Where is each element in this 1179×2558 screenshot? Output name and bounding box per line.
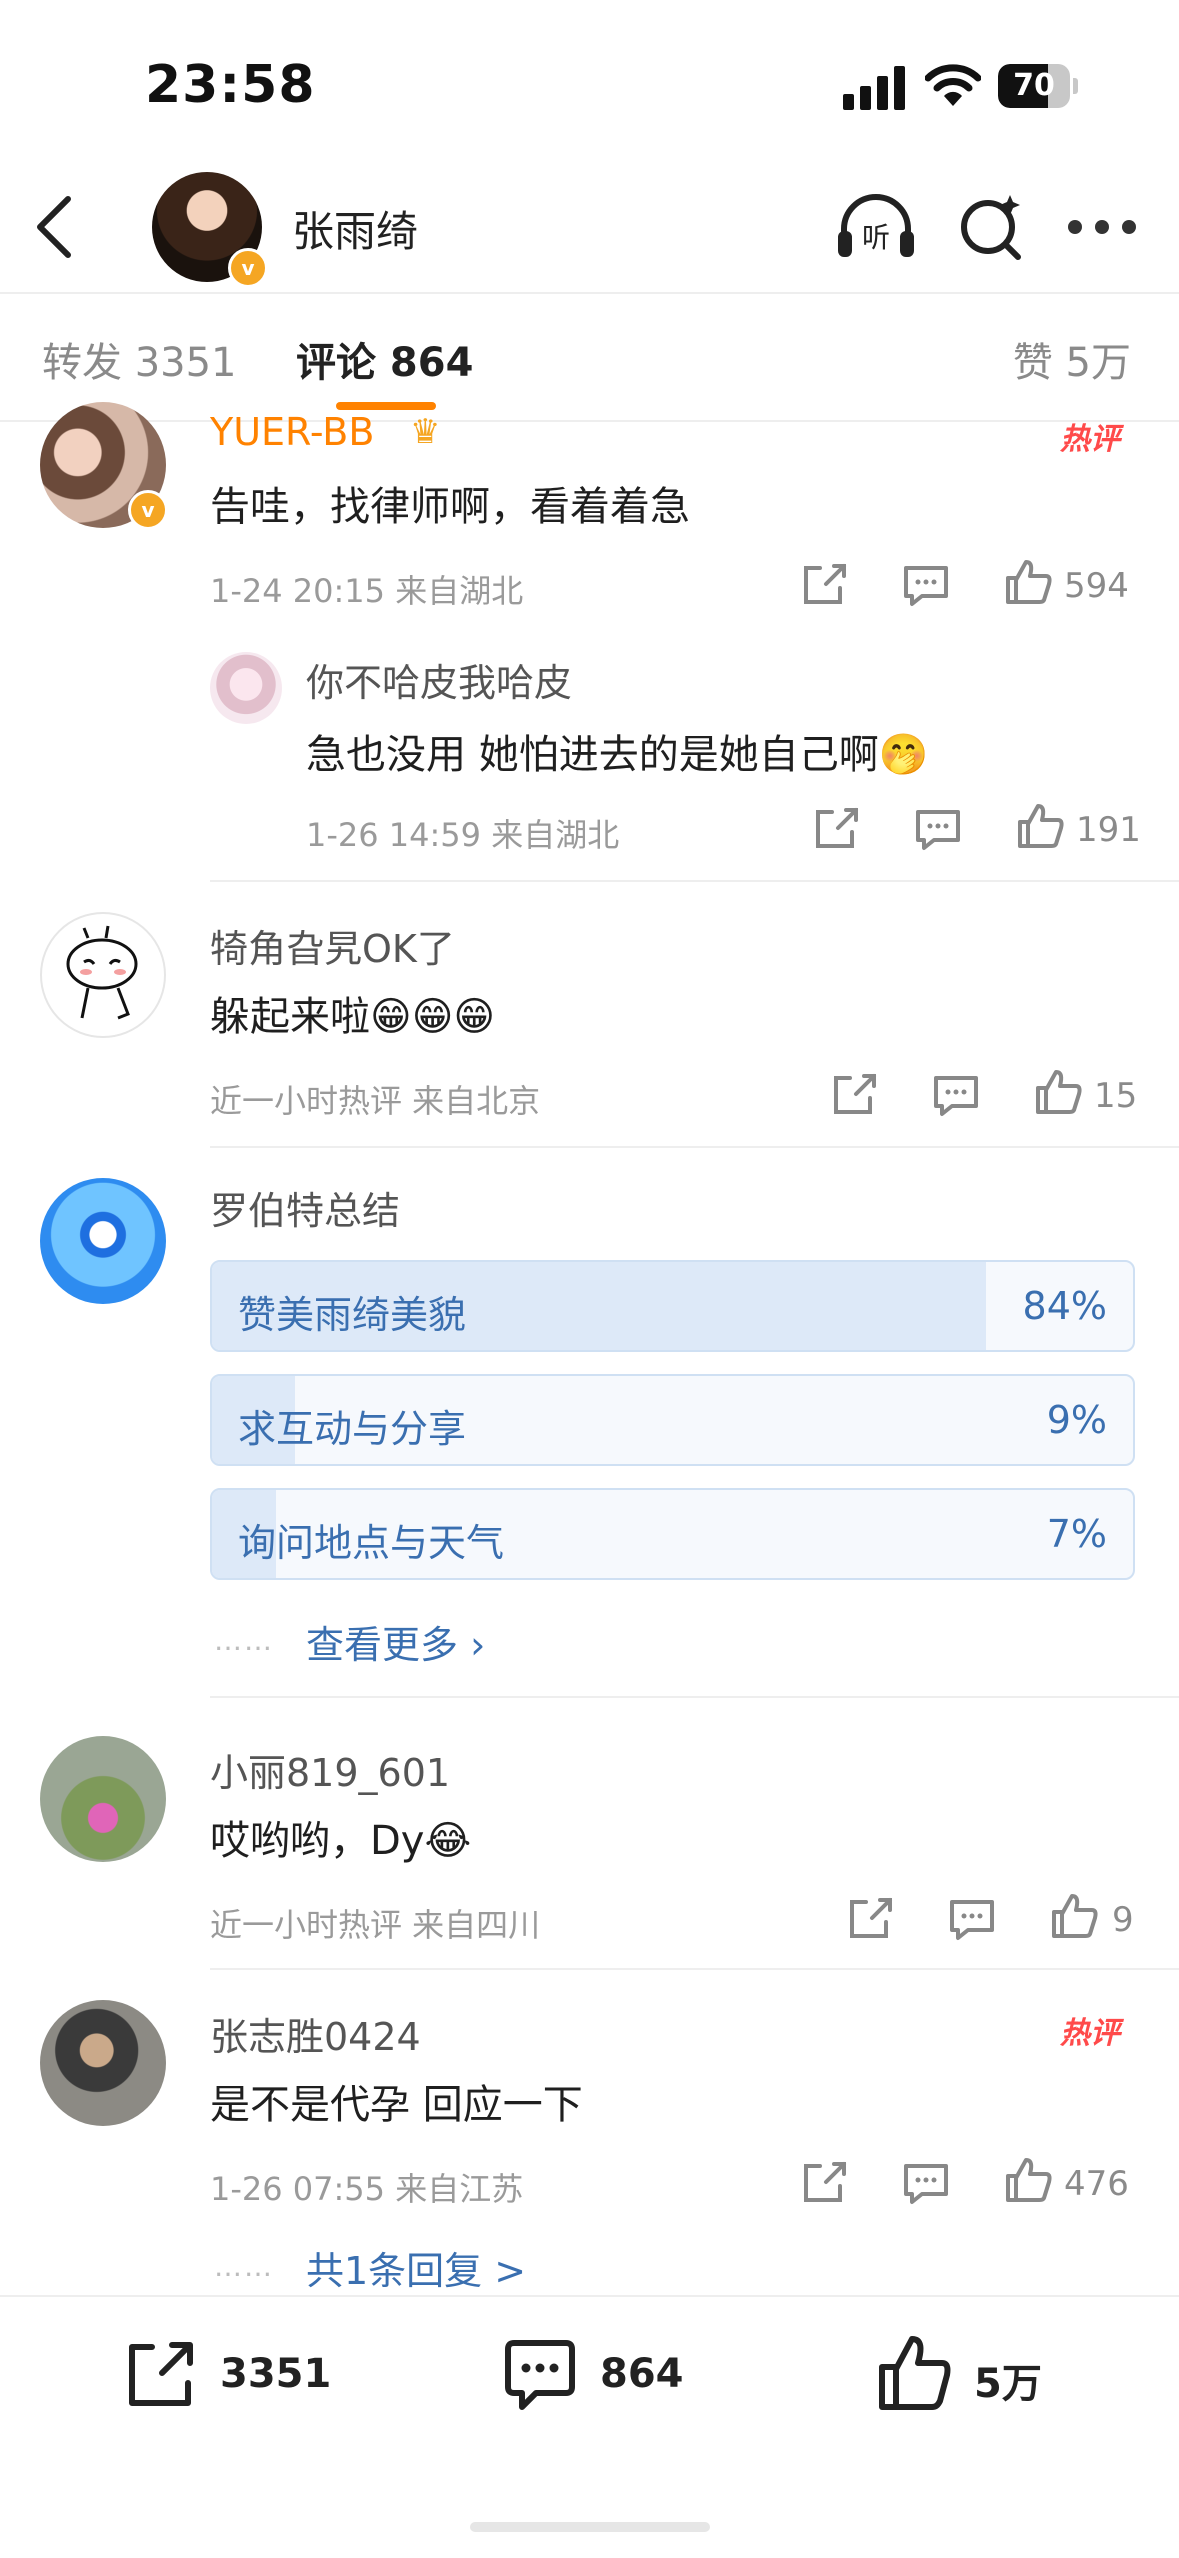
repost-button[interactable]: 3351 [122,2337,382,2417]
poll-option[interactable]: 赞美雨绮美貌 84% [210,1260,1135,1352]
poll-option[interactable]: 询问地点与天气 7% [210,1488,1135,1580]
tab-likes[interactable]: 赞 5万 [1013,330,1131,388]
comment-divider [210,1968,1179,1970]
repost-icon [122,2337,198,2413]
like-button[interactable]: 5万 [876,2333,1116,2417]
emoji: 😁😁😁 [370,994,496,1040]
poll-option[interactable]: 求互动与分享 9% [210,1374,1135,1466]
avatar[interactable] [40,2000,166,2126]
search-sparkle-icon[interactable] [958,193,1024,261]
hot-comment-badge: 热评 [1060,422,1120,457]
comment-username[interactable]: 罗伯特总结 [210,1180,400,1235]
crown-icon: ♛ [410,412,441,452]
leader-dots: …… [214,2250,274,2283]
poll-option-percent: 84% [1022,1284,1107,1328]
avatar[interactable] [40,912,166,1038]
comment-bubble-icon [502,2337,578,2413]
comment-meta: 近一小时热评 来自北京 [210,1082,541,1120]
emoji: 🤭 [878,732,929,778]
leader-dots: …… [214,1624,274,1657]
more-options-icon[interactable] [1068,220,1136,236]
comment-username[interactable]: 张志胜0424 [210,2006,421,2061]
share-icon[interactable] [846,1896,894,1942]
like-icon[interactable] [1016,802,1064,848]
comment-icon[interactable] [948,1896,996,1942]
listen-label: 听 [862,221,890,254]
poll-option-label: 询问地点与天气 [238,1521,505,1565]
view-replies-link[interactable]: 共1条回复 > [306,2240,526,2295]
avatar[interactable] [40,1736,166,1862]
reply-meta: 1-26 14:59 来自湖北 [306,816,620,854]
comment-icon[interactable] [932,1072,980,1118]
like-count: 476 [1064,2164,1129,2204]
poll-option-label: 求互动与分享 [238,1407,467,1451]
like-icon[interactable] [1004,558,1052,604]
comment-icon[interactable] [902,2160,950,2206]
like-count: 594 [1064,566,1129,606]
comment-divider [210,1146,1179,1148]
tab-comments[interactable]: 评论 864 [296,330,473,388]
repost-count: 3351 [220,2351,332,2397]
like-count: 9 [1112,1900,1134,1940]
listen-headphones-icon[interactable]: 听 [836,193,916,261]
poll-option-label: 赞美雨绮美貌 [238,1293,467,1337]
comment-icon[interactable] [902,562,950,608]
back-chevron-icon[interactable] [32,195,76,259]
reply-username[interactable]: 你不哈皮我哈皮 [306,652,572,707]
avatar[interactable] [40,1178,166,1304]
comment-username[interactable]: 小丽819_601 [210,1742,450,1797]
comment-text: 哎哟哟，Dy😂 [210,1818,472,1864]
comment-divider [210,880,1179,882]
thumbs-up-icon [876,2333,952,2413]
comment-username[interactable]: 犄角旮旯OK了 [210,918,455,973]
share-icon[interactable] [812,806,860,852]
like-icon[interactable] [1034,1068,1082,1114]
comment-meta: 1-26 07:55 来自江苏 [210,2170,524,2208]
share-icon[interactable] [830,1072,878,1118]
battery-percent: 70 [1013,68,1055,103]
avatar[interactable] [210,652,282,724]
emoji: 😂 [424,1818,472,1864]
comment-meta: 近一小时热评 来自四川 [210,1906,541,1944]
tabs-divider [0,420,1179,422]
verified-badge-icon: v [228,248,268,288]
hot-comment-badge: 热评 [1060,2016,1120,2051]
comment-text: 是不是代孕 回应一下 [210,2082,583,2128]
share-icon[interactable] [800,562,848,608]
poll-option-percent: 9% [1046,1398,1107,1442]
view-more-link[interactable]: 查看更多 › [306,1614,485,1669]
author-avatar[interactable]: v [152,172,268,288]
comment-button[interactable]: 864 [502,2337,762,2417]
battery-icon: 70 [998,64,1078,108]
comment-meta: 1-24 20:15 来自湖北 [210,572,524,610]
nav-divider [0,292,1179,294]
poll-option-percent: 7% [1046,1512,1107,1556]
comment-text: 躲起来啦😁😁😁 [210,994,496,1040]
like-count: 5万 [974,2361,1042,2407]
like-count: 191 [1076,810,1141,850]
like-count: 15 [1094,1076,1138,1116]
bottom-action-bar: 3351 864 5万 [0,2295,1179,2558]
cellular-signal-icon [843,66,907,110]
like-icon[interactable] [1004,2156,1052,2202]
like-icon[interactable] [1050,1892,1098,1938]
comment-text: 告哇，找律师啊，看着着急 [210,484,690,530]
comment-count: 864 [600,2351,684,2397]
comment-username[interactable]: YUER-BB [210,410,374,454]
share-icon[interactable] [800,2160,848,2206]
status-time: 23:58 [145,55,316,115]
comment-icon[interactable] [914,806,962,852]
wifi-icon [925,62,981,108]
tab-reposts[interactable]: 转发 3351 [42,330,237,388]
reply-text: 急也没用 她怕进去的是她自己啊🤭 [306,732,929,778]
page-title[interactable]: 张雨绮 [292,198,418,259]
comment-divider [210,1696,1179,1698]
home-indicator[interactable] [470,2522,710,2532]
active-tab-indicator [336,402,436,410]
verified-badge-icon: v [128,490,168,530]
